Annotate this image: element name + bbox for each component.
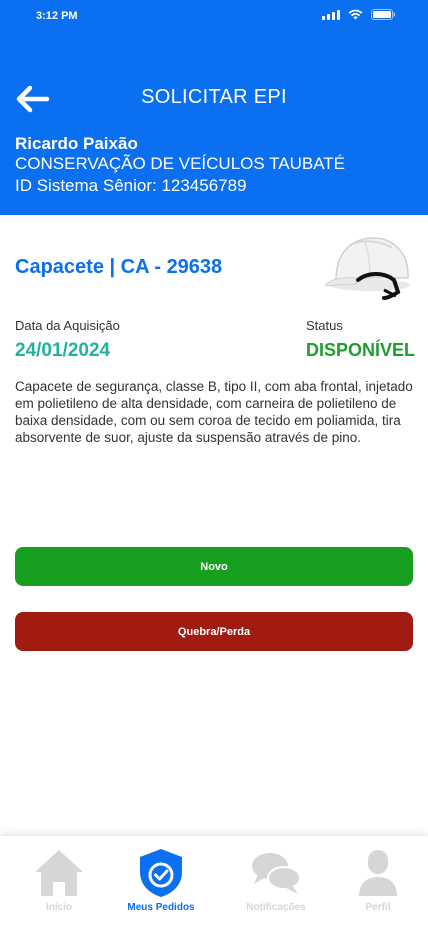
user-system-id: ID Sistema Sênior: 123456789 <box>15 176 247 195</box>
user-organization: CONSERVAÇÃO DE VEÍCULOS TAUBATÉ <box>15 154 346 173</box>
signal-icon <box>322 9 340 20</box>
helmet-image <box>322 230 414 304</box>
nav-label-notifications: Notificações <box>246 902 306 913</box>
status-value: DISPONÍVEL <box>306 340 416 360</box>
acquisition-date: 24/01/2024 <box>15 340 111 361</box>
status-time: 3:12 PM <box>36 10 78 22</box>
user-profile-icon <box>359 850 397 896</box>
product-title: Capacete | CA - 29638 <box>15 256 223 278</box>
new-request-button[interactable]: Novo <box>15 547 413 586</box>
nav-item-profile[interactable]: Perfil <box>348 836 408 926</box>
app-header: 3:12 PM SOLICITAR EPI Ricardo Paixão CON… <box>0 0 428 215</box>
wifi-icon <box>348 9 363 20</box>
broken-lost-button[interactable]: Quebra/Perda <box>15 612 413 651</box>
product-description: Capacete de segurança, classe B, tipo II… <box>15 379 413 445</box>
page-title: SOLICITAR EPI <box>141 86 287 108</box>
status-icons <box>322 9 396 20</box>
nav-label-orders: Meus Pedidos <box>127 902 195 913</box>
status-bar: 3:12 PM <box>0 0 428 32</box>
nav-item-notifications[interactable]: Notificações <box>236 836 316 926</box>
nav-item-home[interactable]: Início <box>26 836 92 926</box>
chat-bubbles-icon <box>252 853 301 894</box>
nav-label-home: Início <box>45 902 73 913</box>
bottom-navigation: Início Meus Pedidos Notificações Perfil <box>0 836 428 926</box>
battery-icon <box>371 9 396 20</box>
nav-item-orders[interactable]: Meus Pedidos <box>116 836 206 926</box>
shield-check-icon <box>140 849 182 897</box>
home-icon <box>35 850 83 896</box>
acquisition-date-label: Data da Aquisição <box>15 318 120 333</box>
nav-label-profile: Perfil <box>365 902 391 913</box>
status-label: Status <box>306 318 343 333</box>
user-name: Ricardo Paixão <box>15 134 138 153</box>
